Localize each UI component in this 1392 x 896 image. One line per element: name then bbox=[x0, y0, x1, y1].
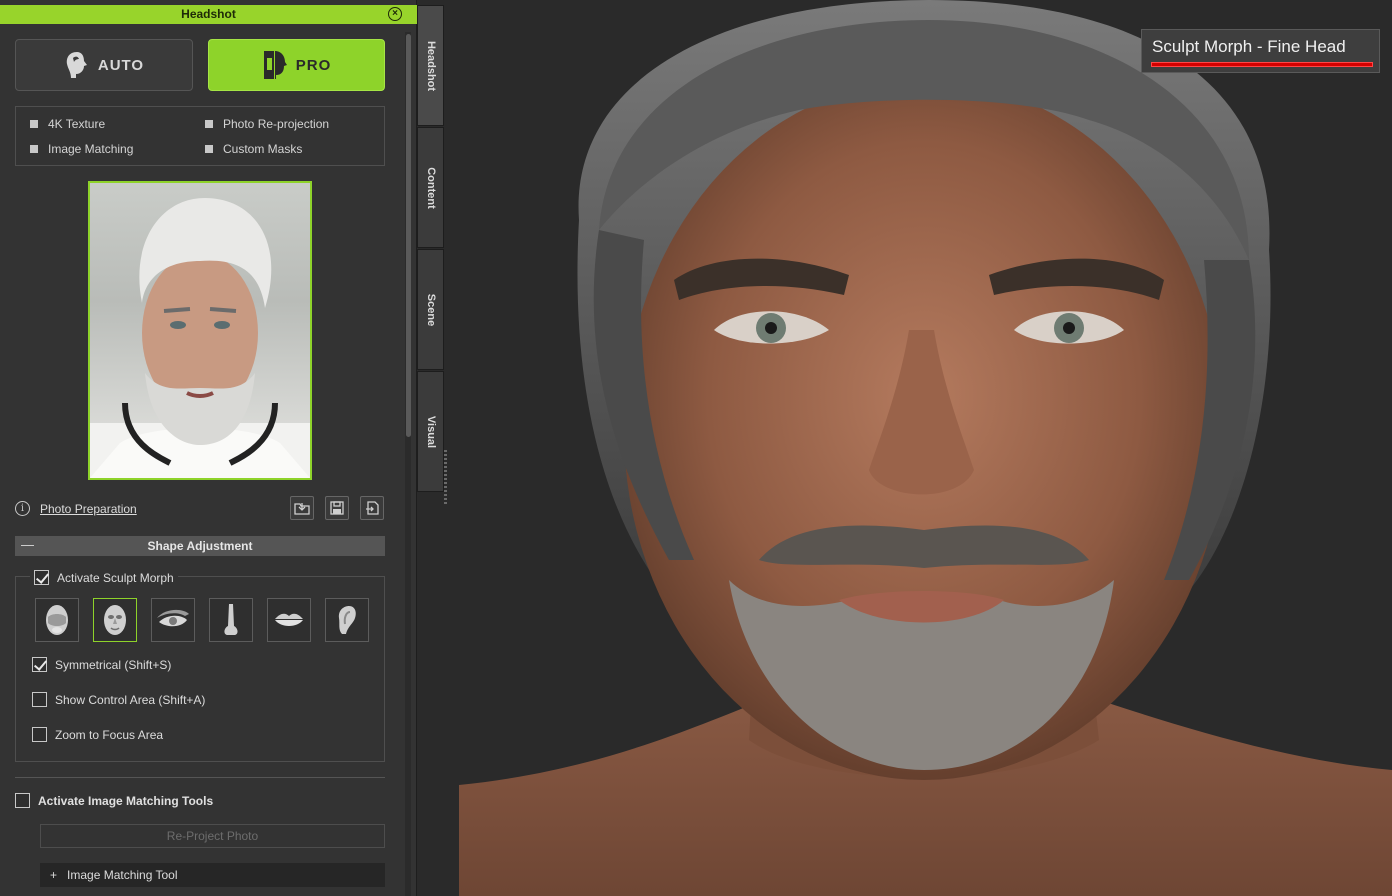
auto-mode-button[interactable]: AUTO bbox=[15, 39, 193, 91]
lips-region-button[interactable] bbox=[267, 598, 311, 642]
bullet-icon bbox=[205, 145, 213, 153]
tab-label: Visual bbox=[424, 415, 437, 448]
mode-indicator-bar bbox=[1151, 62, 1373, 67]
info-icon[interactable]: i bbox=[15, 501, 30, 516]
bullet-icon bbox=[30, 120, 38, 128]
3d-viewport[interactable] bbox=[459, 0, 1392, 896]
tab-label: Scene bbox=[424, 293, 437, 326]
zoom-focus-checkbox[interactable] bbox=[32, 727, 47, 742]
feature-label: 4K Texture bbox=[48, 117, 106, 131]
headshot-panel: Headshot × AUTO PRO 4K Texture Photo Re-… bbox=[0, 0, 417, 896]
tab-visual[interactable]: Visual bbox=[417, 371, 444, 492]
symmetrical-checkbox[interactable] bbox=[32, 657, 47, 672]
shape-adjustment-title: Shape Adjustment bbox=[147, 539, 253, 553]
sculpt-morph-group: Activate Sculpt Morph Symmetrical (Shift… bbox=[15, 570, 385, 762]
tab-scene[interactable]: Scene bbox=[417, 249, 444, 370]
activate-image-matching-label: Activate Image Matching Tools bbox=[38, 793, 214, 808]
feature-image-matching: Image Matching bbox=[30, 142, 133, 156]
bullet-icon bbox=[205, 120, 213, 128]
show-control-area-label: Show Control Area (Shift+A) bbox=[55, 692, 206, 707]
activate-sculpt-morph-label: Activate Sculpt Morph bbox=[57, 570, 174, 585]
load-photo-button[interactable] bbox=[290, 496, 314, 520]
show-control-area-checkbox[interactable] bbox=[32, 692, 47, 707]
lips-region-icon bbox=[275, 613, 303, 626]
panel-title-bar: Headshot × bbox=[0, 5, 417, 24]
photo-preparation-row: i Photo Preparation bbox=[15, 496, 385, 522]
source-photo[interactable] bbox=[88, 181, 312, 480]
nose-region-button[interactable] bbox=[209, 598, 253, 642]
expand-icon: + bbox=[50, 868, 58, 882]
activate-image-matching-checkbox[interactable] bbox=[15, 793, 30, 808]
viewport-mode-label: Sculpt Morph - Fine Head bbox=[1141, 29, 1380, 73]
save-icon bbox=[330, 501, 344, 515]
symmetrical-label: Symmetrical (Shift+S) bbox=[55, 657, 172, 672]
pro-mode-label: PRO bbox=[295, 56, 332, 74]
zoom-focus-label: Zoom to Focus Area bbox=[55, 727, 164, 742]
feature-label: Photo Re-projection bbox=[223, 117, 330, 131]
feature-label: Image Matching bbox=[48, 142, 134, 156]
import-photo-button[interactable] bbox=[360, 496, 384, 520]
face-region-button[interactable] bbox=[35, 598, 79, 642]
ear-region-button[interactable] bbox=[325, 598, 369, 642]
feature-label: Custom Masks bbox=[223, 142, 303, 156]
symmetrical-row[interactable]: Symmetrical (Shift+S) bbox=[32, 657, 171, 672]
nose-region-icon bbox=[224, 604, 238, 635]
activate-sculpt-morph-checkbox[interactable] bbox=[34, 570, 49, 585]
ear-region-icon bbox=[338, 606, 356, 634]
save-photo-button[interactable] bbox=[325, 496, 349, 520]
zoom-focus-row[interactable]: Zoom to Focus Area bbox=[32, 727, 163, 742]
tab-label: Content bbox=[424, 166, 437, 209]
tab-label: Headshot bbox=[424, 40, 437, 91]
head-model-render bbox=[459, 0, 1392, 896]
side-tabs: Headshot Content Scene Visual bbox=[417, 5, 444, 492]
feature-custom-masks: Custom Masks bbox=[205, 142, 302, 156]
app-window: Headshot × AUTO PRO 4K Texture Photo Re-… bbox=[0, 0, 1392, 896]
photo-preparation-link[interactable]: Photo Preparation bbox=[40, 502, 137, 516]
shape-adjustment-header[interactable]: — Shape Adjustment bbox=[15, 536, 385, 556]
feature-photo-reprojection: Photo Re-projection bbox=[205, 117, 329, 131]
activate-image-matching-row[interactable]: Activate Image Matching Tools bbox=[15, 793, 213, 808]
bullet-icon bbox=[30, 145, 38, 153]
pro-head-icon bbox=[263, 51, 287, 79]
show-control-area-row[interactable]: Show Control Area (Shift+A) bbox=[32, 692, 205, 707]
folder-load-icon bbox=[294, 503, 310, 515]
image-matching-tool-expander[interactable]: + Image Matching Tool bbox=[40, 863, 385, 887]
face-region-icon bbox=[46, 605, 68, 635]
feature-4k-texture: 4K Texture bbox=[30, 117, 105, 131]
tab-headshot[interactable]: Headshot bbox=[417, 5, 444, 126]
auto-mode-label: AUTO bbox=[97, 56, 145, 74]
panel-title: Headshot bbox=[181, 7, 236, 21]
source-portrait-image bbox=[90, 198, 310, 478]
panel-resize-grip[interactable] bbox=[444, 450, 447, 505]
viewport-mode-text: Sculpt Morph - Fine Head bbox=[1152, 37, 1346, 56]
auto-head-icon bbox=[66, 52, 87, 78]
close-icon[interactable]: × bbox=[388, 7, 402, 21]
eye-region-button[interactable] bbox=[151, 598, 195, 642]
tab-content[interactable]: Content bbox=[417, 127, 444, 248]
import-icon bbox=[366, 501, 379, 515]
image-matching-tool-label: Image Matching Tool bbox=[67, 868, 178, 882]
head-region-button[interactable] bbox=[93, 598, 137, 642]
eye-region-icon bbox=[157, 609, 189, 627]
head-region-icon bbox=[104, 605, 126, 635]
reproject-photo-button[interactable]: Re-Project Photo bbox=[40, 824, 385, 848]
activate-sculpt-morph-row[interactable]: Activate Sculpt Morph bbox=[30, 570, 178, 585]
panel-scrollbar-thumb[interactable] bbox=[406, 34, 411, 437]
section-divider bbox=[15, 777, 385, 778]
feature-list: 4K Texture Photo Re-projection Image Mat… bbox=[15, 106, 385, 166]
pro-mode-button[interactable]: PRO bbox=[208, 39, 385, 91]
